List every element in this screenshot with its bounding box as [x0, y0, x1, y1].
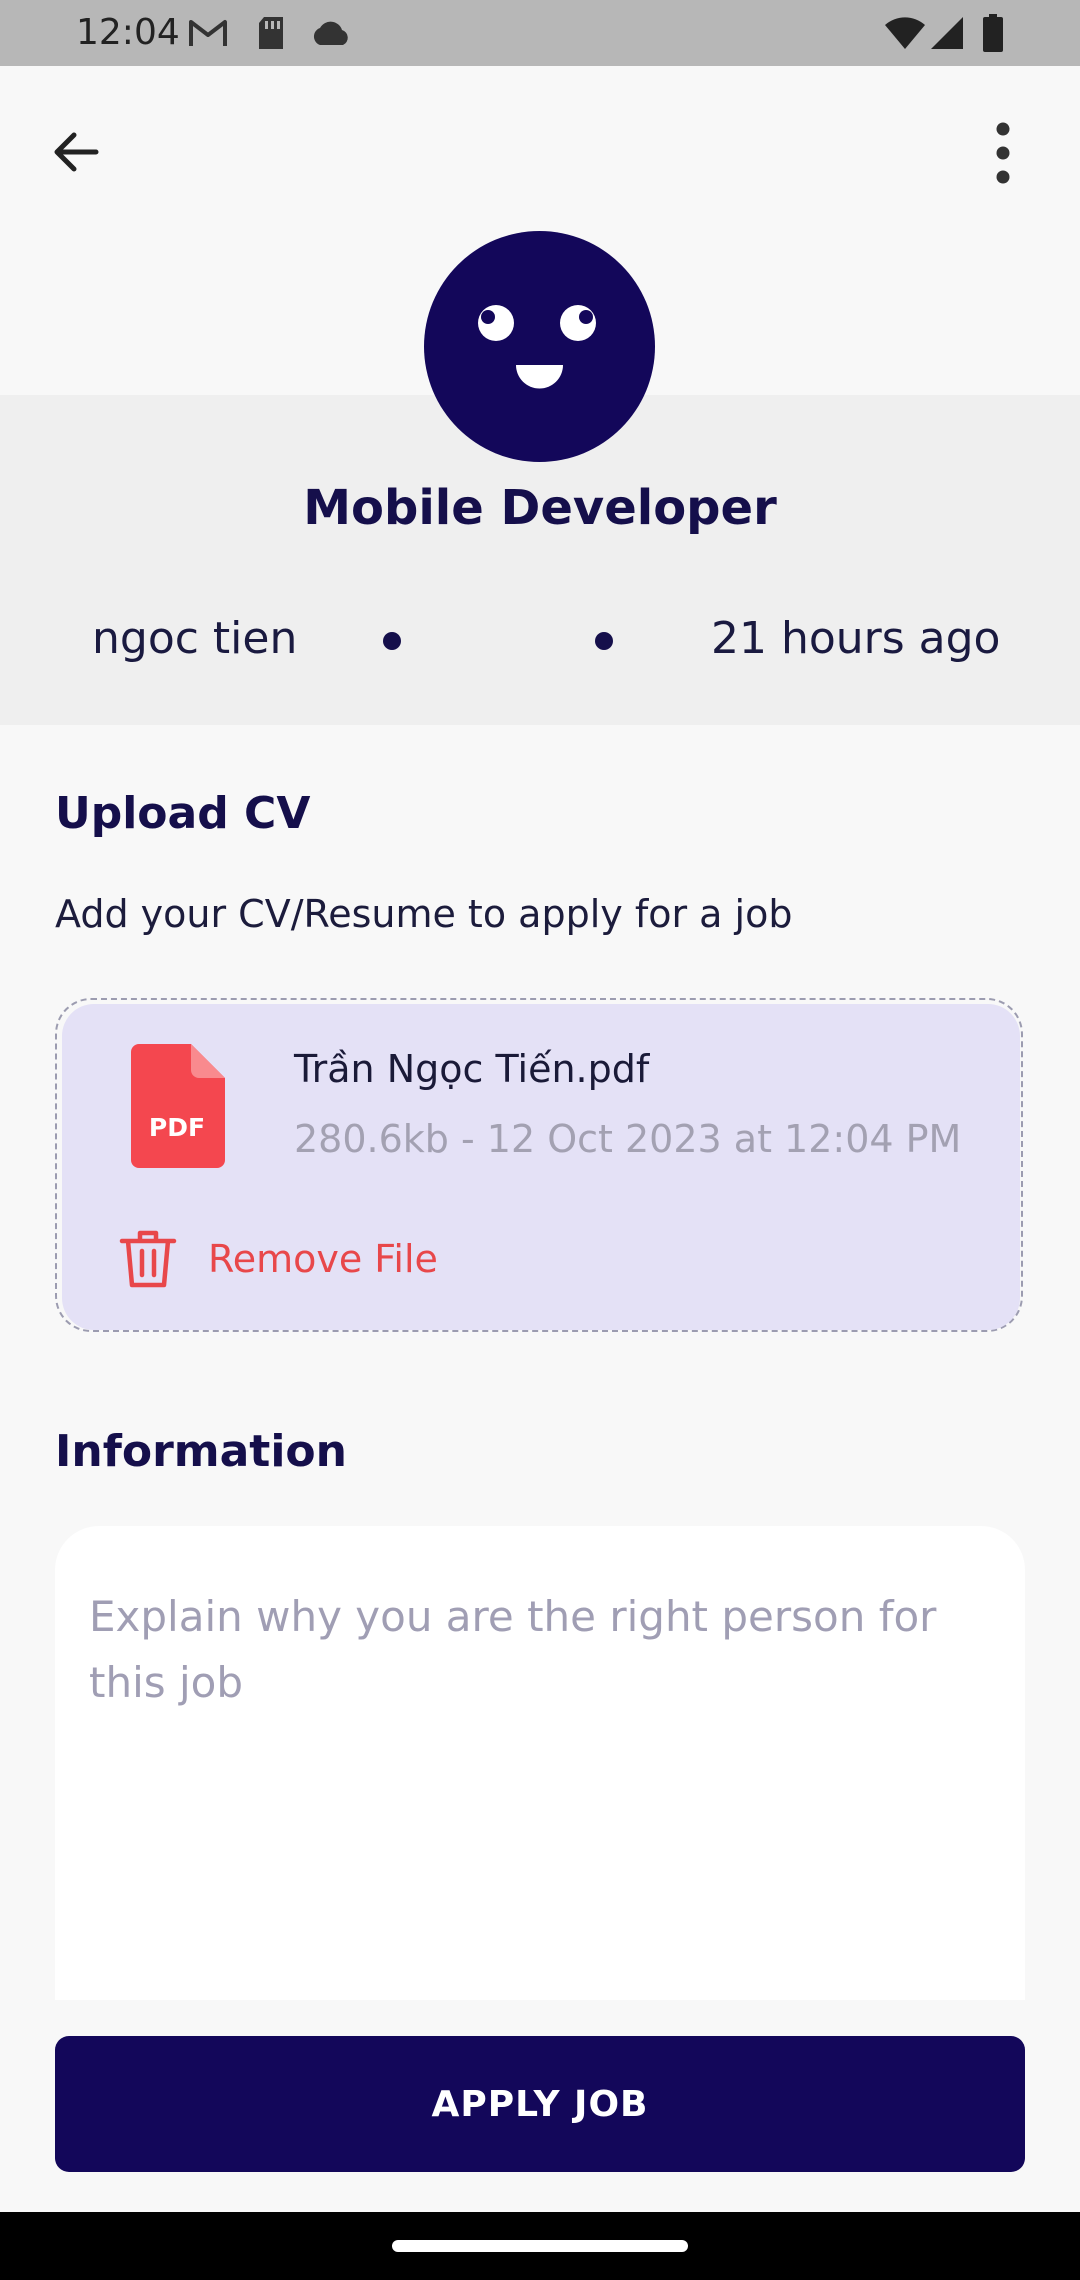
upload-cv-subtitle: Add your CV/Resume to apply for a job: [55, 892, 793, 936]
sim-card-icon: [259, 17, 283, 49]
smiley-face-icon: [478, 305, 596, 389]
company-logo: [424, 231, 655, 462]
signal-icon: [931, 17, 963, 49]
trash-icon: [119, 1230, 177, 1288]
battery-icon: [983, 14, 1003, 52]
job-poster: ngoc tien: [92, 613, 298, 664]
status-time: 12:04: [76, 12, 180, 53]
pdf-file-icon: PDF: [131, 1044, 225, 1168]
file-meta: 280.6kb - 12 Oct 2023 at 12:04 PM: [294, 1117, 962, 1161]
home-gesture-handle[interactable]: [392, 2240, 688, 2252]
gmail-icon: [189, 20, 227, 46]
remove-file-button[interactable]: Remove File: [116, 1224, 438, 1294]
information-box: [55, 1526, 1025, 2000]
pdf-type-label: PDF: [149, 1113, 205, 1142]
more-options-button[interactable]: [968, 118, 1032, 188]
remove-file-label: Remove File: [208, 1237, 438, 1281]
wifi-icon: [885, 17, 925, 49]
separator-dot: [595, 632, 613, 650]
file-name: Trần Ngọc Tiến.pdf: [294, 1047, 650, 1091]
separator-dot: [383, 632, 401, 650]
information-heading: Information: [55, 1426, 347, 1477]
back-button[interactable]: [46, 120, 110, 184]
posted-time: 21 hours ago: [711, 613, 1001, 664]
information-textarea[interactable]: [89, 1584, 991, 1944]
cloud-icon: [313, 21, 348, 45]
apply-job-button[interactable]: APPLY JOB: [55, 2036, 1025, 2172]
upload-cv-heading: Upload CV: [55, 788, 311, 839]
job-title: Mobile Developer: [303, 480, 777, 536]
